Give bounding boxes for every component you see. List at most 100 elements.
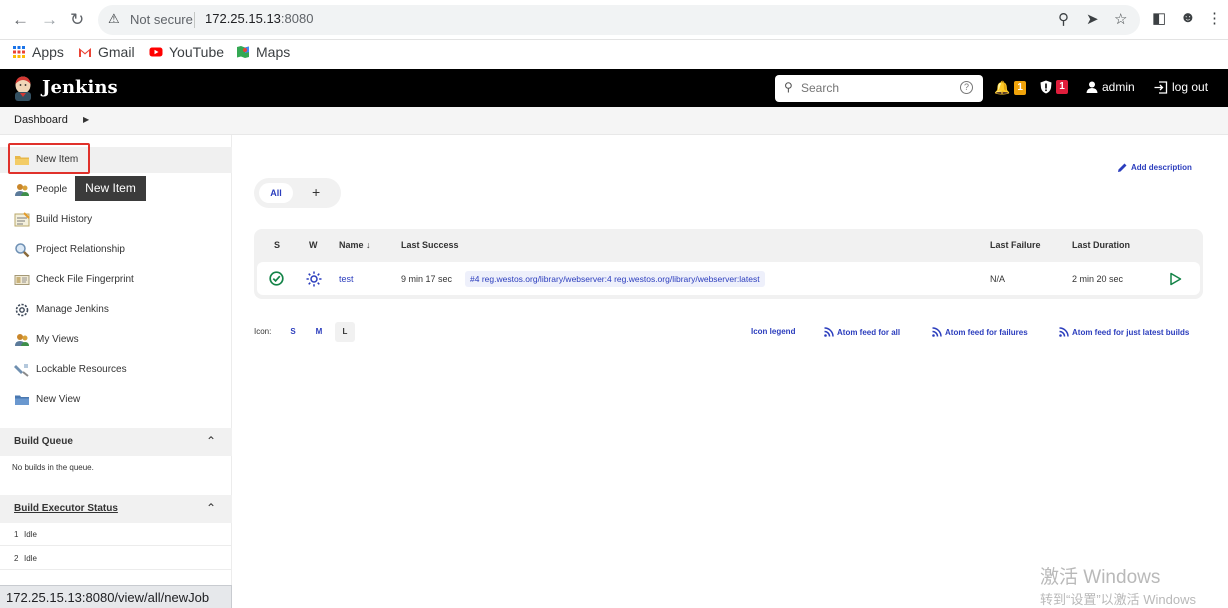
build-queue-empty: No builds in the queue. [12, 463, 94, 472]
bookmark-gmail[interactable]: Gmail [78, 44, 135, 60]
job-last-failure: N/A [990, 274, 1006, 284]
job-last-duration: 2 min 20 sec [1072, 274, 1124, 284]
username: admin [1102, 80, 1135, 94]
breadcrumb-chevron-icon[interactable]: ▶ [83, 115, 89, 124]
bookmarks-bar: Apps Gmail YouTube Maps [0, 40, 1228, 68]
zoom-magnifier-icon[interactable]: ⚲ [1058, 10, 1069, 28]
jenkins-header: Jenkins ⚲ ? 🔔 1 1 admin log out [0, 69, 1228, 107]
executor-state: Idle [24, 554, 37, 563]
icon-size-m[interactable]: M [309, 322, 329, 342]
executor-status-header[interactable]: Build Executor Status ⌃ [0, 495, 232, 523]
schedule-build-play-icon[interactable] [1169, 272, 1182, 286]
breadcrumb-dashboard[interactable]: Dashboard [14, 114, 68, 126]
logout-link[interactable]: log out [1154, 80, 1208, 94]
lock-resources-icon [14, 364, 29, 377]
column-header-last-failure[interactable]: Last Failure [990, 240, 1041, 250]
sidebar-item-check-file-fingerprint[interactable]: Check File Fingerprint [0, 267, 232, 293]
icon-size-l[interactable]: L [335, 322, 355, 342]
icon-size-label: Icon: [254, 327, 272, 336]
sidebar-item-label: Build History [36, 214, 93, 225]
new-item-tooltip: New Item [75, 176, 146, 201]
bookmark-youtube[interactable]: YouTube [149, 44, 224, 60]
back-arrow-icon[interactable]: ← [12, 10, 29, 30]
apps-grid-icon [13, 46, 25, 58]
url-text[interactable]: 172.25.15.13:8080 [205, 11, 313, 26]
column-header-last-duration[interactable]: Last Duration [1072, 240, 1130, 250]
job-name-link[interactable]: test [339, 274, 354, 284]
sidebar-item-label: Project Relationship [36, 244, 125, 255]
bookmark-maps[interactable]: Maps [236, 44, 290, 60]
sidebar-item-lockable-resources[interactable]: Lockable Resources [0, 357, 232, 383]
reload-icon[interactable]: ↻ [70, 10, 84, 30]
sidebar-item-my-views[interactable]: My Views [0, 327, 232, 353]
executor-row: 2 Idle [0, 548, 232, 570]
tab-all[interactable]: All [259, 183, 293, 203]
notifications-button[interactable]: 🔔 1 [994, 80, 1027, 96]
logout-label: log out [1172, 80, 1209, 94]
status-url: 172.25.15.13:8080/view/all/newJob [6, 590, 210, 605]
folder-icon [15, 395, 29, 405]
security-warnings-button[interactable]: 1 [1040, 80, 1068, 94]
atom-feed-latest-link[interactable]: Atom feed for just latest builds [1059, 327, 1189, 337]
column-header-status[interactable]: S [274, 240, 280, 250]
sidebar-item-manage-jenkins[interactable]: Manage Jenkins [0, 297, 232, 323]
address-bar[interactable]: ⚠ Not secure 172.25.15.13:8080 ⚲ ➤ ☆ [98, 5, 1140, 35]
profile-avatar-icon[interactable]: ☻ [1180, 9, 1196, 26]
bookmark-label: Maps [256, 44, 291, 60]
search-box[interactable]: ⚲ ? [775, 75, 983, 102]
jenkins-logo-icon[interactable] [12, 75, 34, 101]
browser-toolbar: ← → ↻ ⚠ Not secure 172.25.15.13:8080 ⚲ ➤… [0, 0, 1228, 40]
user-menu[interactable]: admin [1086, 80, 1135, 94]
side-panel-icon[interactable]: ◧ [1152, 9, 1166, 27]
column-header-last-success[interactable]: Last Success [401, 240, 459, 250]
security-badge: 1 [1056, 80, 1068, 94]
bookmark-apps[interactable]: Apps [12, 44, 64, 60]
windows-activation-hint: 转到“设置”以激活 Windows [1040, 592, 1197, 607]
atom-feed-all-link[interactable]: Atom feed for all [824, 327, 900, 337]
icon-legend-link[interactable]: Icon legend [751, 327, 795, 336]
bookmark-label: YouTube [169, 44, 225, 60]
sidebar-item-label: Check File Fingerprint [36, 274, 134, 285]
add-description-link[interactable]: Add description [1117, 162, 1192, 173]
add-view-tab[interactable]: + [312, 184, 320, 200]
executor-state: Idle [24, 530, 37, 539]
atom-feed-failures-link[interactable]: Atom feed for failures [932, 327, 1028, 337]
sidebar: New Item People Build History Project Re… [0, 135, 232, 585]
rss-feed-icon [932, 327, 942, 337]
not-secure-label[interactable]: Not secure [130, 12, 193, 27]
bookmark-label: Gmail [98, 44, 135, 60]
browser-menu-icon[interactable]: ⋮ [1207, 9, 1222, 27]
browser-status-bar: 172.25.15.13:8080/view/all/newJob [0, 585, 232, 608]
maps-icon [237, 46, 249, 58]
jenkins-title[interactable]: Jenkins [42, 77, 118, 98]
fingerprint-icon [14, 275, 30, 285]
icon-size-s[interactable]: S [283, 322, 303, 342]
sidebar-item-new-view[interactable]: New View [0, 387, 232, 413]
gear-icon [15, 303, 29, 317]
forward-arrow-icon[interactable]: → [41, 10, 58, 30]
new-item-highlight [8, 143, 90, 174]
executor-status-title[interactable]: Build Executor Status [14, 503, 118, 514]
bookmark-star-icon[interactable]: ☆ [1114, 10, 1127, 28]
warning-triangle-icon[interactable]: ⚠ [108, 11, 120, 27]
sidebar-item-project-relationship[interactable]: Project Relationship [0, 237, 232, 263]
build-artifact-link[interactable]: #4 reg.westos.org/library/webserver:4 re… [465, 271, 765, 287]
column-header-name[interactable]: Name ↓ [339, 240, 371, 250]
chevron-up-icon[interactable]: ⌃ [206, 501, 216, 515]
jobs-table: S W Name ↓ Last Success Last Failure Las… [254, 229, 1203, 299]
add-description-label: Add description [1131, 163, 1192, 172]
windows-activation-watermark: 激活 Windows [1040, 567, 1161, 588]
breadcrumb: Dashboard ▶ [0, 107, 1228, 135]
help-icon[interactable]: ? [960, 81, 973, 94]
atom-feed-failures-label: Atom feed for failures [945, 327, 1028, 337]
sidebar-item-label: My Views [36, 334, 79, 345]
bell-icon: 🔔 [994, 80, 1011, 95]
search-input[interactable] [801, 79, 951, 97]
column-header-weather[interactable]: W [309, 240, 318, 250]
sidebar-item-build-history[interactable]: Build History [0, 207, 232, 233]
build-queue-header[interactable]: Build Queue ⌃ [0, 428, 232, 456]
bookmark-label: Apps [32, 44, 64, 60]
people-icon [15, 184, 29, 196]
chevron-up-icon[interactable]: ⌃ [206, 434, 216, 448]
share-send-icon[interactable]: ➤ [1086, 10, 1099, 28]
